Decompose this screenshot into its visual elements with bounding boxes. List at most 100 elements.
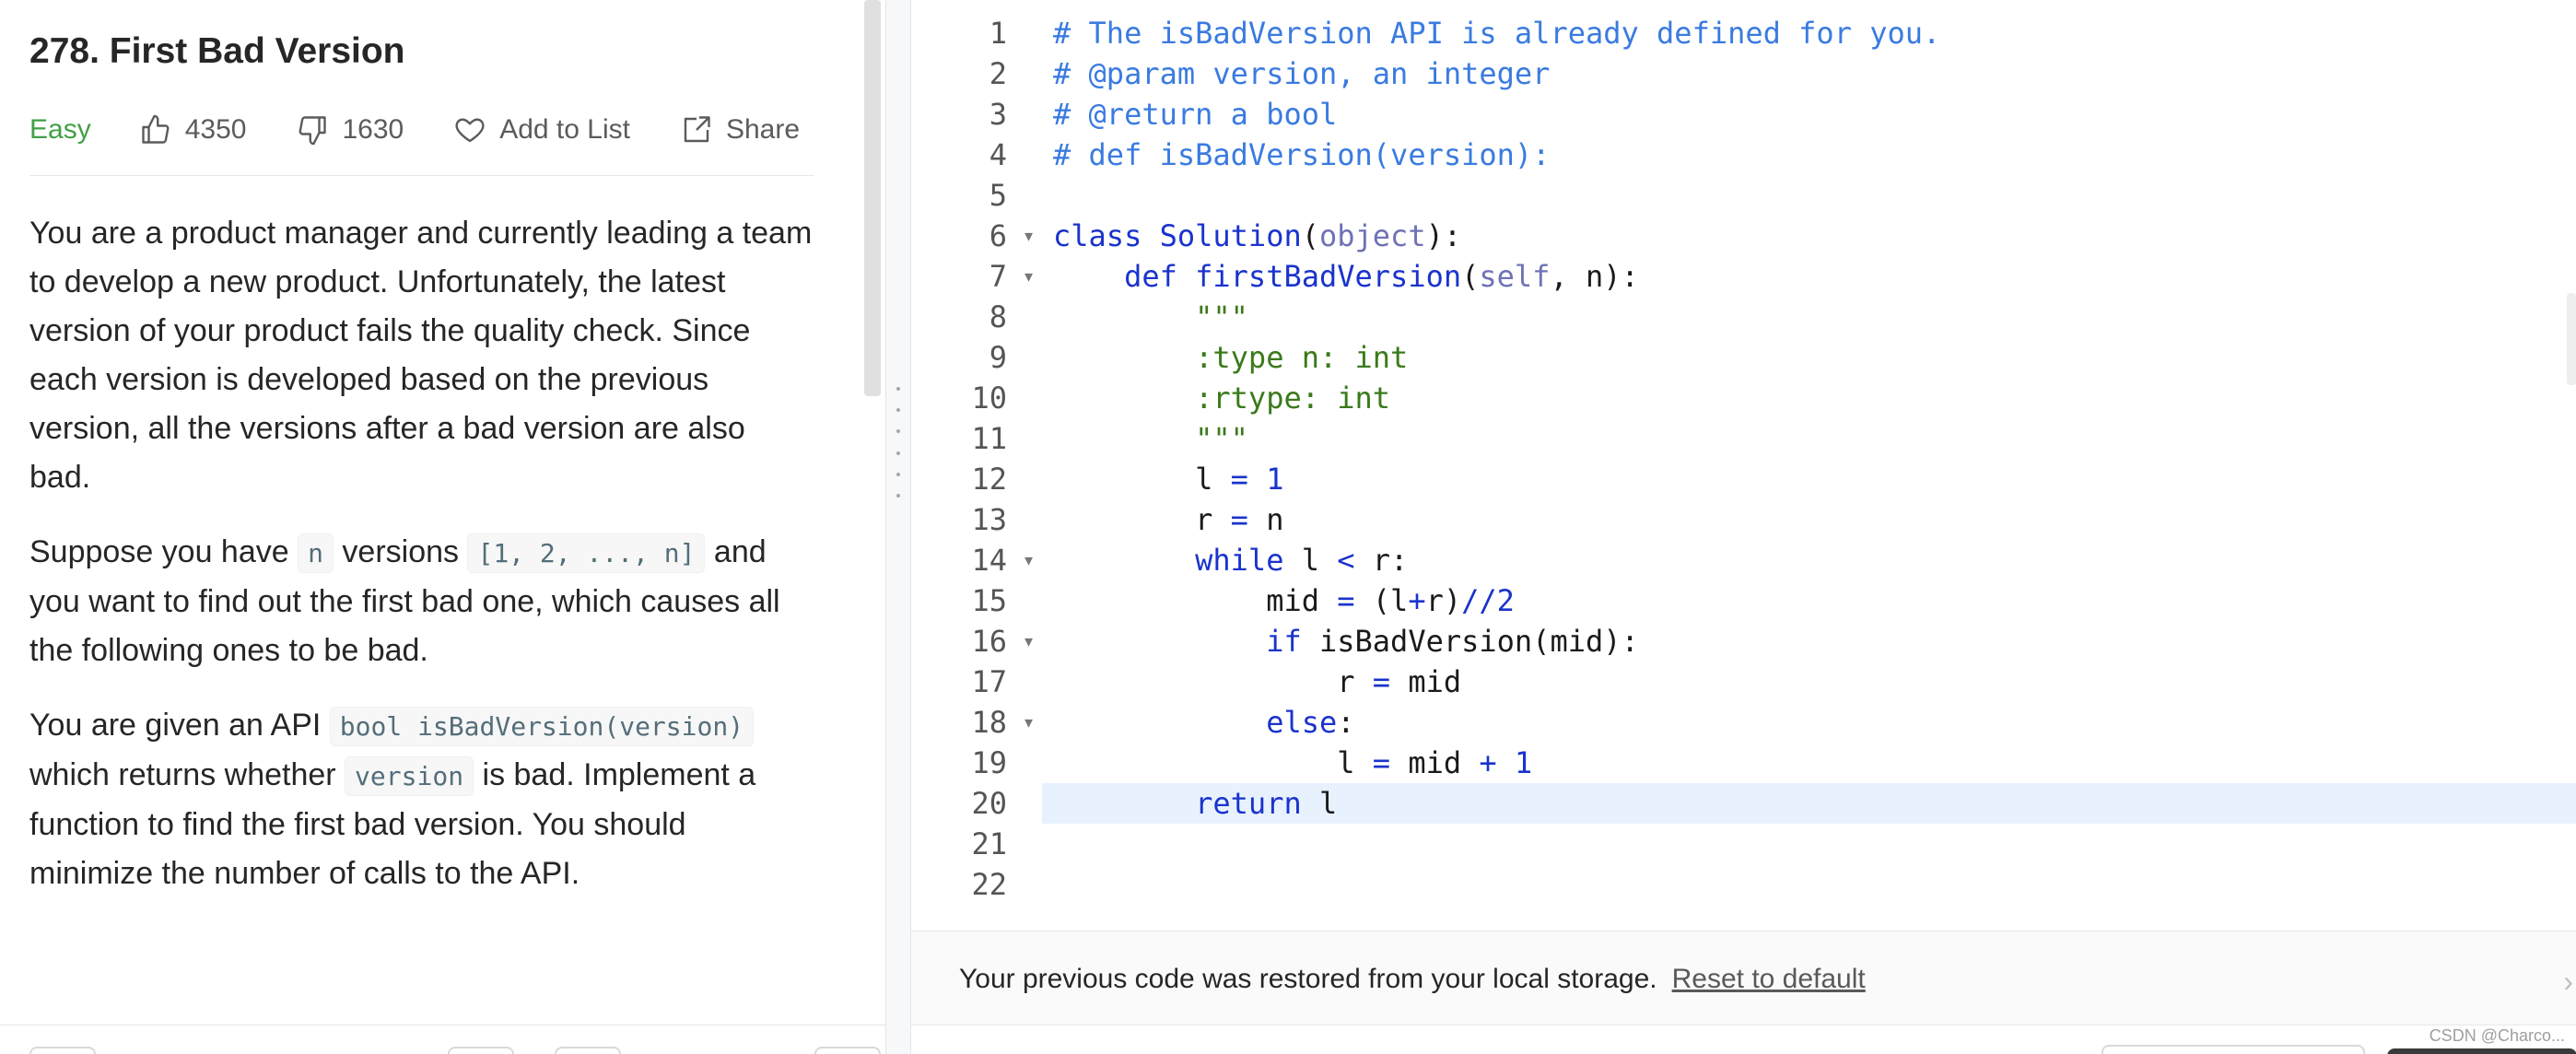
line-number: 2 — [989, 56, 1007, 91]
code-line: r = n — [1053, 499, 1283, 540]
line-number: 9 — [989, 340, 1007, 375]
close-icon[interactable]: › — [2563, 965, 2573, 998]
line-number: 1 — [989, 16, 1007, 51]
code-token-plain: ): — [1425, 218, 1462, 253]
code-line-row[interactable] — [1042, 824, 2576, 864]
code-token-plain: ( — [1461, 259, 1480, 294]
code-area[interactable]: # The isBadVersion API is already define… — [1042, 0, 2576, 931]
problem-description: You are a product manager and currently … — [29, 209, 814, 898]
code-line-row[interactable]: """ — [1042, 418, 2576, 459]
description-scrollbar[interactable] — [864, 0, 881, 396]
code-line-row[interactable]: r = n — [1042, 499, 2576, 540]
description-divider — [29, 175, 814, 176]
line-number: 11 — [971, 421, 1007, 456]
line-number: 5 — [989, 178, 1007, 213]
add-to-list-label: Add to List — [499, 114, 630, 145]
code-token-plain: r — [1053, 664, 1373, 699]
code-line-row[interactable]: :rtype: int — [1042, 378, 2576, 418]
share-label: Share — [725, 114, 801, 145]
code-token-number: 1 — [1514, 745, 1533, 780]
code-line-row[interactable]: l = mid + 1 — [1042, 743, 2576, 783]
code-line-row[interactable]: # @return a bool — [1042, 94, 2576, 135]
code-token-plain: (l — [1354, 583, 1409, 618]
code-line: # The isBadVersion API is already define… — [1053, 13, 1940, 53]
code-line-row[interactable]: # @param version, an integer — [1042, 53, 2576, 94]
run-code-button[interactable] — [2102, 1045, 2365, 1054]
problem-content: 278. First Bad Version Easy 4350 1630 Ad… — [29, 22, 814, 924]
code-token-plain: l — [1301, 786, 1338, 821]
code-editor[interactable]: 1 2 3 4 5 6 ▾ 7 ▾ 8 9 10 11 12 13 14 ▾ 15 16 ▾ 17 18 ▾ 19 20 21 22… — [910, 0, 2576, 1054]
submit-button[interactable] — [2387, 1048, 2576, 1054]
code-line-row[interactable]: # def isBadVersion(version): — [1042, 135, 2576, 175]
code-token-keyword: return — [1195, 786, 1302, 821]
code-line-row[interactable]: """ — [1042, 297, 2576, 337]
fold-toggle-icon[interactable]: ▾ — [1025, 621, 1033, 662]
code-token-plain: isBadVersion(mid): — [1301, 624, 1639, 659]
dislike-button[interactable]: 1630 — [296, 113, 404, 146]
code-token-builtin: object — [1318, 218, 1426, 253]
gutter-row: 12 — [911, 459, 1042, 499]
description-paragraph-2: Suppose you have n versions [1, 2, ..., … — [29, 528, 814, 675]
code-token-comment: # def isBadVersion(version): — [1053, 137, 1551, 172]
code-line-row[interactable]: class Solution(object): — [1042, 216, 2576, 256]
code-line-row[interactable]: else: — [1042, 702, 2576, 743]
share-button[interactable]: Share — [680, 113, 800, 146]
footer-button-2[interactable] — [448, 1047, 514, 1054]
code-line-row[interactable]: mid = (l+r)//2 — [1042, 580, 2576, 621]
gutter-row: 21 — [911, 824, 1042, 864]
footer-button-4[interactable] — [814, 1047, 881, 1054]
code-token-operator: < — [1337, 543, 1355, 578]
code-line: return l — [1053, 783, 1337, 824]
fold-toggle-icon[interactable]: ▾ — [1025, 256, 1033, 297]
add-to-list-button[interactable]: Add to List — [453, 113, 630, 146]
code-line-row[interactable]: def firstBadVersion(self, n): — [1042, 256, 2576, 297]
code-token-comment: # @param version, an integer — [1053, 56, 1551, 91]
gutter-row: 18 ▾ — [911, 702, 1042, 743]
code-token-plain: r: — [1354, 543, 1409, 578]
line-number: 19 — [971, 745, 1007, 780]
fold-toggle-icon[interactable]: ▾ — [1025, 540, 1033, 580]
panel-splitter[interactable] — [886, 0, 910, 1054]
code-token-keyword: while — [1195, 543, 1284, 578]
problem-title: 278. First Bad Version — [29, 31, 405, 71]
code-line-row[interactable] — [1042, 175, 2576, 216]
code-token-operator: = — [1372, 664, 1391, 699]
code-line-row[interactable] — [1042, 864, 2576, 905]
fold-toggle-icon[interactable]: ▾ — [1025, 702, 1033, 743]
reset-to-default-link[interactable]: Reset to default — [1672, 964, 1866, 994]
code-line-row[interactable]: :type n: int — [1042, 337, 2576, 378]
line-number: 6 — [989, 218, 1007, 253]
splitter-grip-icon — [896, 387, 901, 498]
gutter-row: 20 — [911, 783, 1042, 824]
code-line-row[interactable]: l = 1 — [1042, 459, 2576, 499]
code-token-operator: = — [1230, 502, 1248, 537]
code-token-def: Solution — [1159, 218, 1302, 253]
code-line: # @param version, an integer — [1053, 53, 1550, 94]
like-button[interactable]: 4350 — [139, 113, 246, 146]
footer-button-3[interactable] — [555, 1047, 621, 1054]
gutter-row: 7 ▾ — [911, 256, 1042, 297]
gutter-row: 4 — [911, 135, 1042, 175]
fold-toggle-icon[interactable]: ▾ — [1025, 216, 1033, 256]
footer-button-1[interactable] — [29, 1047, 96, 1054]
code-token-keyword: if — [1266, 624, 1302, 659]
line-number: 8 — [989, 299, 1007, 334]
code-line: else: — [1053, 702, 1354, 743]
code-line: l = 1 — [1053, 459, 1283, 499]
line-number: 16 — [971, 624, 1007, 659]
gutter-row: 1 — [911, 13, 1042, 53]
inline-code-api-signature: bool isBadVersion(version) — [329, 707, 755, 746]
code-line-row[interactable]: return l — [1042, 783, 2576, 824]
code-line-row[interactable]: # The isBadVersion API is already define… — [1042, 13, 2576, 53]
editor-scrollbar[interactable] — [2567, 293, 2576, 385]
code-line-row[interactable]: if isBadVersion(mid): — [1042, 621, 2576, 662]
code-line-row[interactable]: while l < r: — [1042, 540, 2576, 580]
code-token-plain: r — [1053, 502, 1231, 537]
code-line-row[interactable]: r = mid — [1042, 662, 2576, 702]
